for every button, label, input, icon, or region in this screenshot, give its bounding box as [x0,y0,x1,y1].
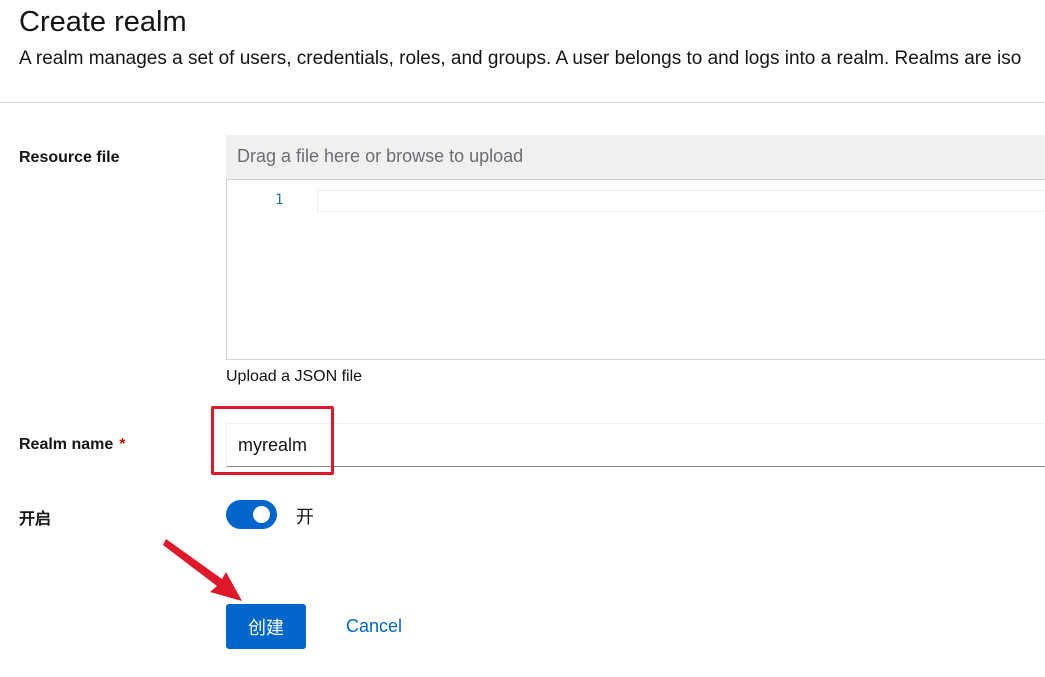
enabled-toggle-state-label: 开 [296,507,314,527]
required-indicator: * [119,436,126,453]
editor-line-number: 1 [275,192,284,208]
json-code-editor[interactable]: 1 [226,179,1045,360]
page-title: Create realm [19,6,187,38]
header-divider [0,102,1045,103]
cancel-button[interactable]: Cancel [334,604,414,649]
resource-file-label: Resource file [19,149,120,166]
file-upload-placeholder: Drag a file here or browse to upload [237,146,524,166]
realm-name-label: Realm name * [19,435,126,455]
realm-name-input[interactable] [226,423,1045,467]
toggle-knob [253,506,270,523]
create-realm-page: Create realm A realm manages a set of us… [0,0,1045,677]
page-description: A realm manages a set of users, credenti… [19,48,1022,69]
editor-current-line [317,190,1045,212]
annotation-arrow-icon [163,539,242,601]
enabled-label: 开启 [19,511,52,528]
realm-name-label-text: Realm name [19,436,114,453]
create-button[interactable]: 创建 [226,604,306,649]
enabled-toggle-switch[interactable] [226,500,277,529]
file-upload-dropzone[interactable]: Drag a file here or browse to upload [226,135,1045,179]
resource-file-helper-text: Upload a JSON file [226,368,363,385]
